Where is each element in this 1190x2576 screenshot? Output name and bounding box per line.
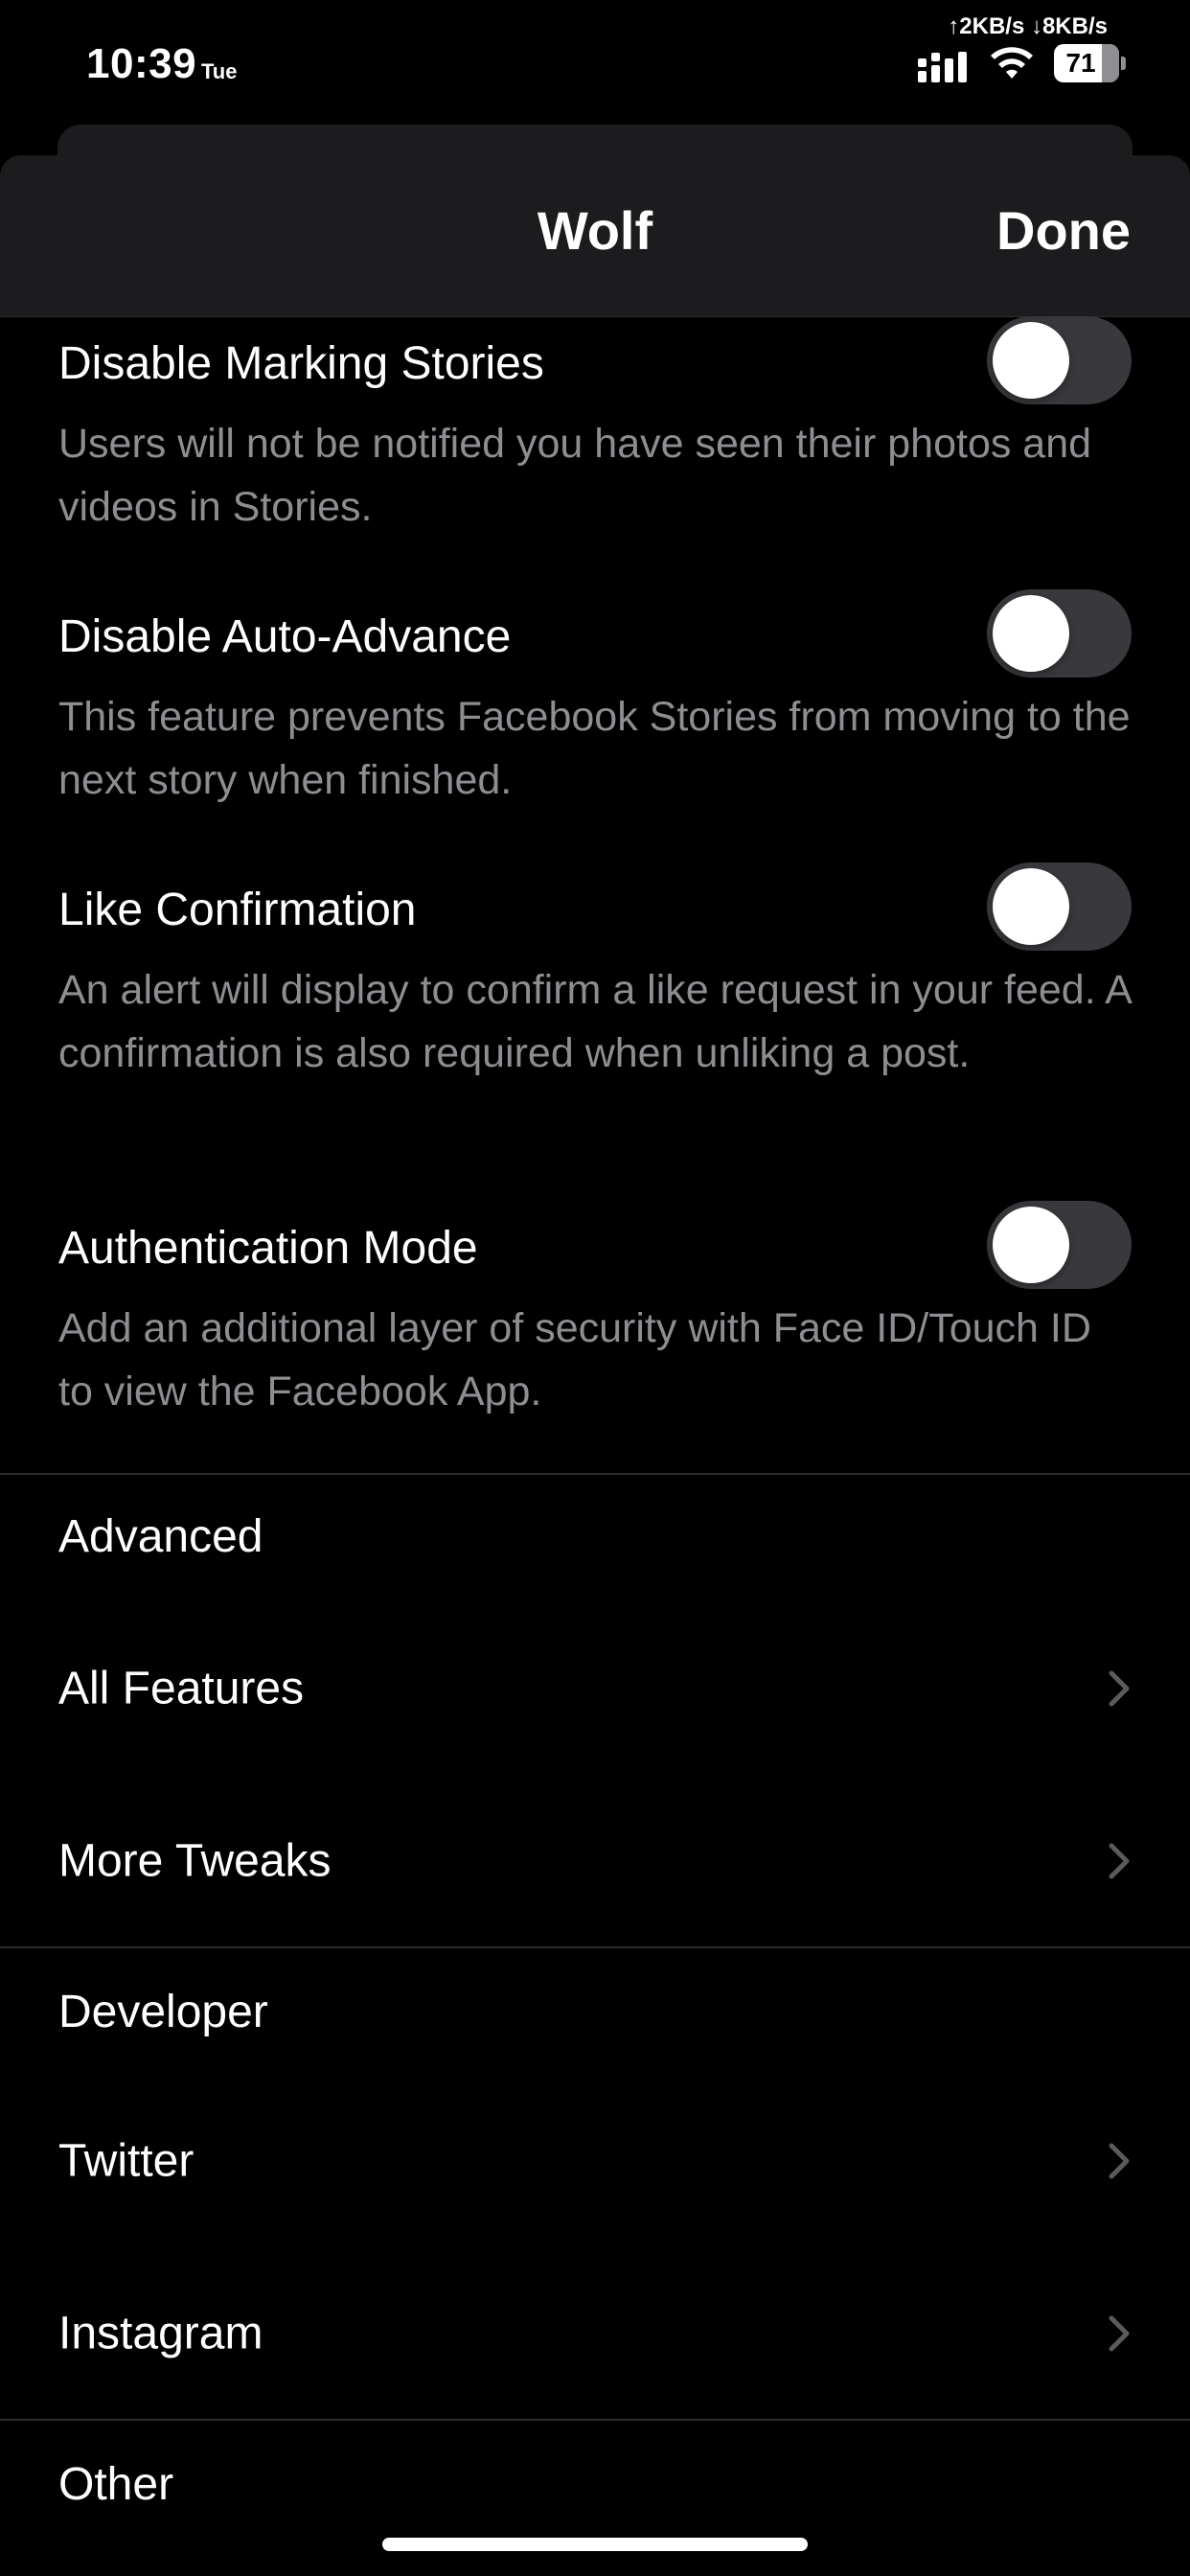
section-divider — [0, 2419, 1190, 2421]
disable-marking-stories-toggle[interactable] — [987, 316, 1132, 404]
wifi-icon — [991, 47, 1033, 79]
network-speed: ↑2KB/s ↓8KB/s — [948, 13, 1108, 39]
section-header-other: Other — [58, 2459, 174, 2510]
section-divider — [0, 1473, 1190, 1475]
toggle-knob — [993, 595, 1069, 672]
settings-sheet: Wolf Done Disable Marking Stories Users … — [0, 155, 1190, 2576]
section-header-advanced: Advanced — [58, 1511, 263, 1562]
chevron-right-icon — [1109, 1670, 1130, 1707]
cellular-signal-icon — [918, 52, 967, 82]
row-label: More Tweaks — [58, 1835, 332, 1887]
setting-label: Authentication Mode — [58, 1223, 478, 1274]
toggle-knob — [993, 868, 1069, 945]
twitter-row[interactable]: Twitter — [0, 2089, 1190, 2233]
authentication-mode-toggle[interactable] — [987, 1201, 1132, 1289]
more-tweaks-row[interactable]: More Tweaks — [0, 1789, 1190, 1933]
instagram-row[interactable]: Instagram — [0, 2262, 1190, 2405]
chevron-right-icon — [1109, 2315, 1130, 2352]
setting-label: Disable Marking Stories — [58, 338, 544, 389]
status-time: 10:39 — [86, 40, 197, 87]
toggle-knob — [993, 1207, 1069, 1283]
status-day: Tue — [201, 59, 238, 83]
row-label: Instagram — [58, 2308, 263, 2359]
home-indicator[interactable] — [382, 2538, 808, 2551]
setting-label: Like Confirmation — [58, 885, 417, 935]
setting-disable-auto-advance: Disable Auto-Advance This feature preven… — [0, 589, 1190, 858]
setting-like-confirmation: Like Confirmation An alert will display … — [0, 862, 1190, 1188]
status-bar: 10:39 Tue ↑2KB/s ↓8KB/s 71 — [0, 0, 1190, 125]
setting-description: Users will not be notified you have seen… — [58, 421, 1092, 530]
row-label: Twitter — [58, 2135, 195, 2187]
setting-description: Add an additional layer of security with… — [58, 1305, 1091, 1414]
setting-description: This feature prevents Facebook Stories f… — [58, 694, 1131, 803]
battery-level: 71 — [1065, 48, 1096, 78]
section-header-developer: Developer — [58, 1987, 268, 2037]
row-label: All Features — [58, 1663, 305, 1714]
battery-icon: 71 — [1054, 44, 1127, 82]
disable-auto-advance-toggle[interactable] — [987, 589, 1132, 678]
toggle-knob — [993, 322, 1069, 399]
setting-label: Disable Auto-Advance — [58, 611, 512, 662]
navigation-bar: Wolf Done — [0, 155, 1190, 317]
done-button[interactable]: Done — [996, 199, 1131, 262]
like-confirmation-toggle[interactable] — [987, 862, 1132, 951]
chevron-right-icon — [1109, 2143, 1130, 2179]
setting-authentication-mode: Authentication Mode Add an additional la… — [0, 1201, 1190, 1469]
section-divider — [0, 1946, 1190, 1948]
setting-description: An alert will display to confirm a like … — [58, 967, 1131, 1076]
all-features-row[interactable]: All Features — [0, 1617, 1190, 1760]
chevron-right-icon — [1109, 1843, 1130, 1879]
setting-disable-marking-stories: Disable Marking Stories Users will not b… — [0, 316, 1190, 585]
